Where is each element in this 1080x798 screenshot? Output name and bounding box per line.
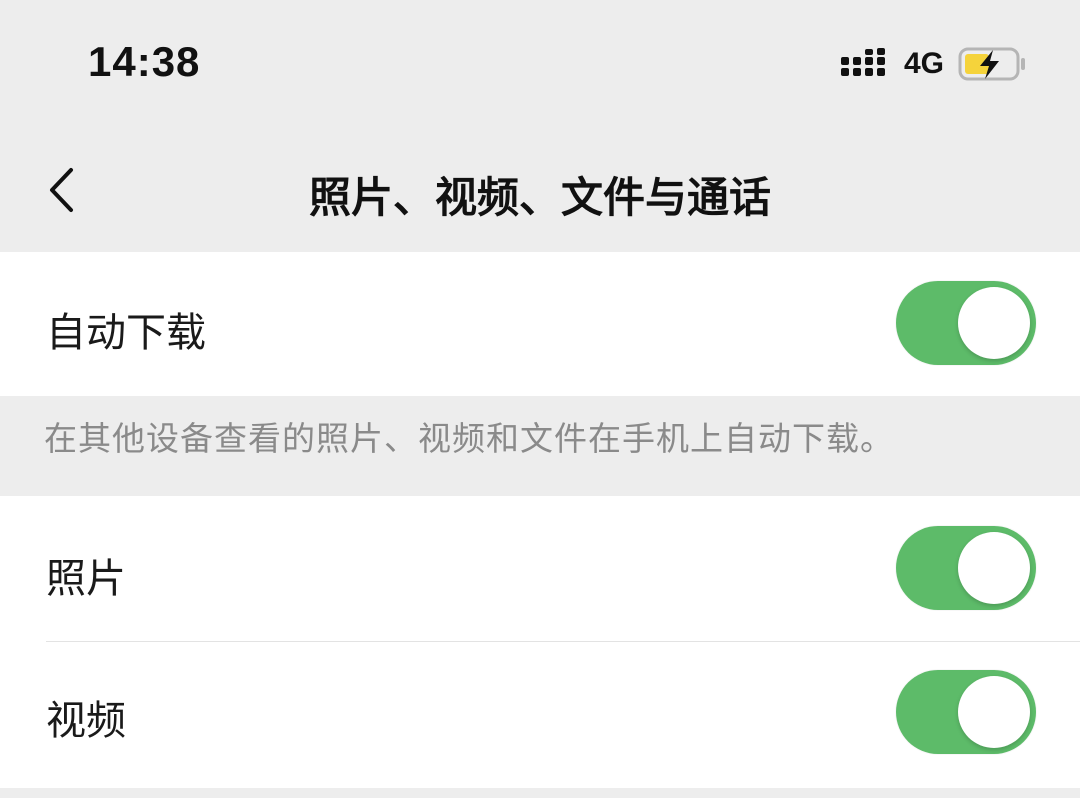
status-time: 14:38 [88,38,201,85]
auto-download-label: 自动下载 [46,310,206,356]
navigation-bar: 照片、视频、文件与通话 [0,130,1080,250]
page-title: 照片、视频、文件与通话 [308,173,771,222]
signal-icon [840,48,885,76]
photo-toggle[interactable] [896,526,1036,610]
photo-label: 照片 [46,556,126,602]
toggle-knob [958,287,1030,359]
auto-download-toggle[interactable] [896,281,1036,365]
video-row: 视频 [0,642,1080,788]
photo-row: 照片 [0,496,1080,641]
media-settings-group: 照片 视频 [0,496,1080,788]
toggle-knob [958,532,1030,604]
status-indicators: 4G [840,44,1028,84]
network-type-label: 4G [903,47,944,80]
video-toggle[interactable] [896,670,1036,754]
toggle-knob [958,676,1030,748]
video-label: 视频 [46,698,126,744]
battery-charging-icon [958,47,1025,81]
status-bar: 14:38 4G [0,0,1080,130]
auto-download-hint: 在其他设备查看的照片、视频和文件在手机上自动下载。 [44,419,894,458]
auto-download-row: 自动下载 [0,252,1080,396]
